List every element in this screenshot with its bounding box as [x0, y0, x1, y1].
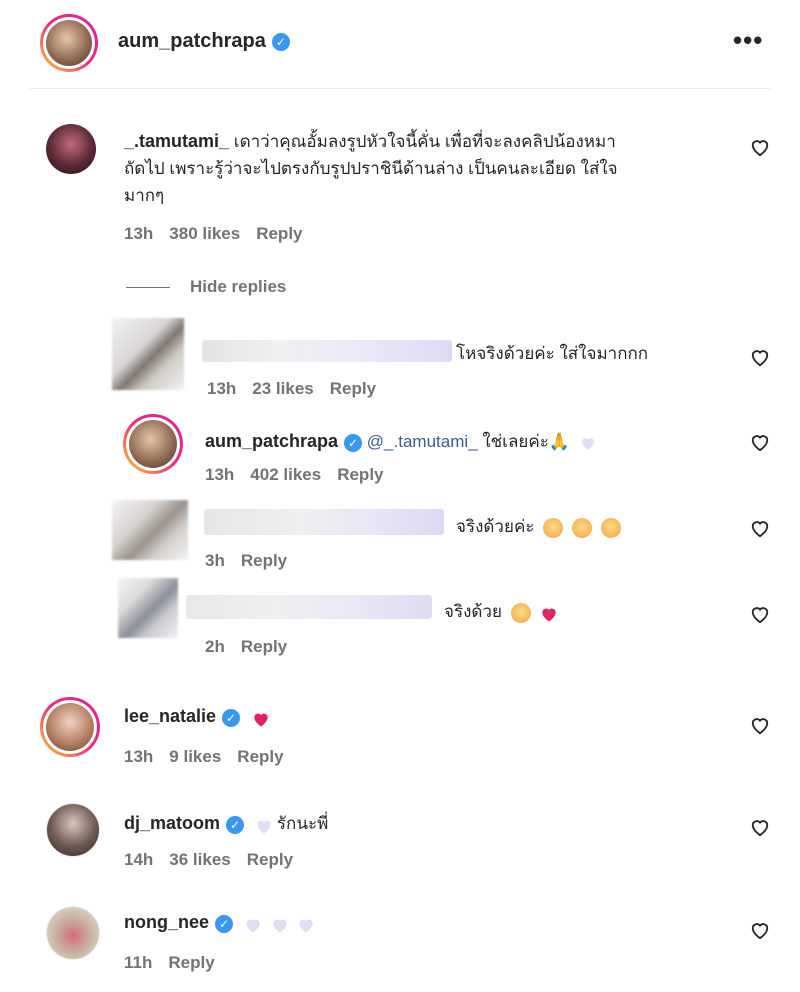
blurred-username — [202, 340, 452, 362]
white-heart-emoji-icon — [243, 915, 261, 933]
reply-meta: 13h 402 likes Reply — [205, 465, 384, 484]
like-heart-icon[interactable] — [749, 432, 771, 452]
white-heart-emoji-icon — [270, 915, 288, 933]
commenter-avatar[interactable] — [46, 124, 96, 174]
post-header: aum_patchrapa ✓ ••• — [0, 0, 800, 88]
commenter-avatar[interactable] — [46, 803, 100, 857]
commenter-username: _.tamutami_ — [124, 131, 230, 151]
like-heart-icon[interactable] — [749, 518, 771, 538]
white-heart-emoji-icon — [579, 434, 597, 452]
commenter-username: dj_matoom — [124, 813, 221, 833]
commenter-username: lee_natalie — [124, 706, 217, 726]
praying-hands-emoji-icon: 🙏 — [548, 432, 571, 451]
comment-text: nong_nee ✓ — [124, 912, 314, 933]
comment-meta: 11h Reply — [124, 953, 215, 972]
reply-button[interactable]: Reply — [241, 637, 287, 656]
reply-meta: 2h Reply — [205, 637, 288, 656]
pleading-face-emoji-icon — [600, 517, 621, 538]
reply-text: จริงด้วย — [444, 598, 557, 625]
like-heart-icon[interactable] — [749, 137, 771, 157]
red-heart-emoji-icon — [251, 709, 269, 727]
like-heart-icon[interactable] — [749, 604, 771, 624]
like-heart-icon[interactable] — [749, 817, 771, 837]
like-heart-icon[interactable] — [749, 715, 771, 735]
reply-button[interactable]: Reply — [168, 953, 214, 972]
verified-badge-icon: ✓ — [344, 433, 363, 452]
commenter-avatar[interactable] — [46, 906, 100, 960]
commenter-username: nong_nee — [124, 912, 210, 932]
verified-badge-icon: ✓ — [226, 815, 245, 834]
reply-button[interactable]: Reply — [330, 379, 376, 398]
comment-meta: 13h 9 likes Reply — [124, 747, 284, 766]
reply-button[interactable]: Reply — [337, 465, 383, 484]
blurred-avatar — [118, 578, 178, 638]
reply-button[interactable]: Reply — [241, 551, 287, 570]
blurred-username — [204, 509, 444, 535]
verified-badge-icon: ✓ — [222, 708, 241, 727]
reply-text: aum_patchrapa ✓ @_.tamutami_ ใช่เลยค่ะ🙏 — [205, 428, 597, 455]
verified-badge-icon: ✓ — [215, 914, 234, 933]
white-heart-emoji-icon — [296, 915, 314, 933]
red-heart-emoji-icon — [539, 604, 557, 622]
comment-text: lee_natalie ✓ — [124, 706, 269, 727]
comment-text: dj_matoom ✓ รักนะพี่ — [124, 813, 329, 834]
commenter-avatar[interactable] — [40, 697, 100, 757]
white-heart-emoji-icon — [254, 816, 272, 834]
reply-text: จริงด้วยค่ะ — [456, 513, 621, 540]
hide-replies-line — [126, 287, 170, 288]
author-username[interactable]: aum_patchrapa ✓ — [118, 30, 290, 53]
reply-username: aum_patchrapa — [205, 431, 339, 451]
reply-button[interactable]: Reply — [256, 224, 302, 243]
astonished-face-emoji-icon — [510, 602, 531, 623]
reply-button[interactable]: Reply — [247, 850, 293, 869]
blurred-avatar — [112, 500, 188, 560]
reply-button[interactable]: Reply — [237, 747, 283, 766]
reply-text: โหจริงด้วยค่ะ ใส่ใจมากกก — [456, 344, 649, 363]
verified-badge-icon: ✓ — [271, 32, 290, 51]
like-heart-icon[interactable] — [749, 347, 771, 367]
blurred-avatar — [112, 318, 184, 390]
author-avatar[interactable] — [40, 14, 98, 72]
pleading-face-emoji-icon — [543, 517, 564, 538]
comment-text: _.tamutami_ เดาว่าคุณอั้มลงรูปหัวใจนี้คั… — [124, 131, 618, 205]
hide-replies-button[interactable]: Hide replies — [190, 277, 286, 297]
more-options-icon[interactable]: ••• — [733, 25, 763, 56]
pleading-face-emoji-icon — [571, 517, 592, 538]
author-avatar[interactable] — [123, 414, 183, 474]
like-heart-icon[interactable] — [749, 920, 771, 940]
blurred-username — [186, 595, 432, 619]
divider — [30, 88, 770, 89]
reply-meta: 13h 23 likes Reply — [207, 379, 377, 398]
mention-link[interactable]: @_.tamutami_ — [367, 432, 478, 451]
comment-meta: 13h 380 likes Reply — [124, 224, 303, 243]
comment-meta: 14h 36 likes Reply — [124, 850, 294, 869]
reply-meta: 3h Reply — [205, 551, 288, 570]
